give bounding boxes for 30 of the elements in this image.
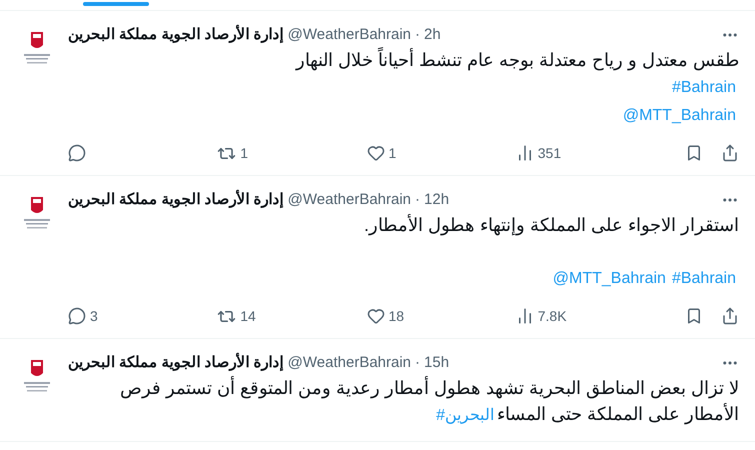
post-time[interactable]: 12h <box>424 188 450 212</box>
reply-icon[interactable] <box>68 307 86 325</box>
separator-dot: · <box>415 24 420 45</box>
post-text: طقس معتدل و رياح معتدلة بوجه عام تنشط أحياناً خلال النهار <box>68 47 739 73</box>
post-text: استقرار الاجواء على المملكة وإنتهاء هطول الأمطار. <box>362 213 739 238</box>
like-count: 1 <box>388 144 396 162</box>
post-text: لا تزال بعض المناطق البحرية تشهد هطول أمطار رعدية ومن المتوقع أن تستمر فرص الأمطار على المملكة حتى المساء #البحرين <box>118 375 739 426</box>
bookmark-icon[interactable] <box>685 144 703 162</box>
like-icon[interactable] <box>366 144 384 162</box>
account-name[interactable]: إدارة الأرصاد الجوية مملكة البحرين <box>68 352 284 374</box>
separator-dot: · <box>415 190 420 210</box>
like-count: 18 <box>388 306 404 326</box>
post-time[interactable]: 2h <box>424 24 441 46</box>
account-name[interactable]: إدارة الأرصاد الجوية مملكة البحرين <box>68 188 284 212</box>
like-icon[interactable] <box>366 307 384 325</box>
account-handle[interactable]: @WeatherBahrain <box>288 24 412 46</box>
repost-count: 14 <box>240 306 256 326</box>
share-icon[interactable] <box>721 307 739 325</box>
account-handle[interactable]: @WeatherBahrain <box>288 352 412 374</box>
share-icon[interactable] <box>721 144 739 162</box>
post-time[interactable]: 15h <box>424 352 450 374</box>
view-count: 7.8K <box>538 306 567 326</box>
separator-dot: · <box>415 352 420 373</box>
account-handle[interactable]: @WeatherBahrain <box>288 188 412 212</box>
reply-icon[interactable] <box>68 144 86 162</box>
account-name[interactable]: إدارة الأرصاد الجوية مملكة البحرين <box>68 24 284 46</box>
view-count: 351 <box>538 144 562 162</box>
repost-count: 1 <box>240 144 248 162</box>
reply-count: 3 <box>90 306 98 326</box>
bookmark-icon[interactable] <box>685 307 703 325</box>
